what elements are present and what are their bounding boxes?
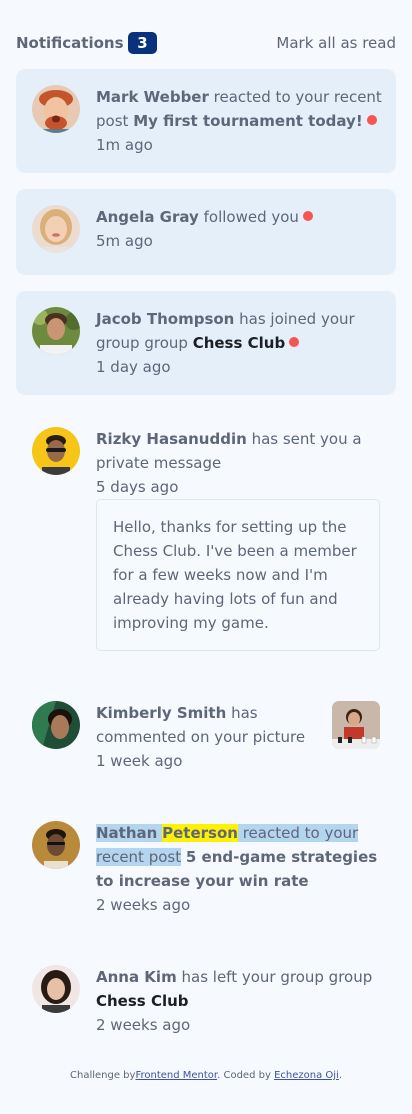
header: Notifications 3 Mark all as read: [16, 32, 396, 54]
unread-dot: [366, 115, 377, 125]
footer-middle: . Coded by: [217, 1070, 275, 1081]
timestamp: 5 days ago: [96, 478, 179, 496]
notification-text: Angela Gray followed you 5m ago: [96, 205, 384, 253]
footer-suffix: .: [338, 1070, 342, 1081]
user-name[interactable]: Mark Webber: [96, 88, 209, 106]
timestamp: 1 week ago: [96, 752, 183, 770]
post-link[interactable]: My first tournament today!: [133, 112, 362, 130]
notification-item[interactable]: Angela Gray followed you 5m ago: [16, 189, 396, 275]
notification-text: Anna Kim has left your group group Chess…: [96, 965, 384, 1037]
notification-text: Nathan Peterson reacted to your recent p…: [96, 821, 384, 917]
notification-text: Rizky Hasanuddin has sent you a private …: [96, 427, 384, 499]
avatar: [32, 85, 80, 133]
frontend-mentor-link[interactable]: Frontend Mentor: [135, 1070, 217, 1081]
mark-all-read-button[interactable]: Mark all as read: [276, 34, 396, 52]
author-link[interactable]: Echezona Oji: [274, 1070, 339, 1081]
user-last-name[interactable]: Peterson: [162, 824, 238, 842]
group-link[interactable]: Chess Club: [193, 334, 286, 352]
user-name[interactable]: Angela Gray: [96, 208, 199, 226]
notification-item[interactable]: Mark Webber reacted to your recent post …: [16, 69, 396, 173]
notifications-page: Notifications 3 Mark all as read Mark We…: [0, 0, 412, 1114]
timestamp: 2 weeks ago: [96, 896, 191, 914]
timestamp: 1m ago: [96, 136, 153, 154]
user-name[interactable]: Kimberly Smith: [96, 704, 226, 722]
user-name[interactable]: Jacob Thompson: [96, 310, 234, 328]
private-message[interactable]: Hello, thanks for setting up the Chess C…: [96, 499, 380, 651]
avatar: [32, 307, 80, 355]
notification-item[interactable]: Kimberly Smith has commented on your pic…: [16, 685, 396, 789]
avatar: [32, 701, 80, 749]
group-link[interactable]: Chess Club: [96, 992, 189, 1010]
unread-dot: [289, 337, 300, 347]
user-name[interactable]: Anna Kim: [96, 968, 177, 986]
attribution-footer: Challenge byFrontend Mentor. Coded by Ec…: [0, 1070, 412, 1081]
page-title: Notifications: [16, 34, 124, 52]
unread-count-badge: 3: [128, 32, 157, 54]
user-first-name[interactable]: Nathan: [96, 824, 158, 842]
notification-item[interactable]: Rizky Hasanuddin has sent you a private …: [16, 411, 396, 677]
user-name[interactable]: Rizky Hasanuddin: [96, 430, 247, 448]
timestamp: 5m ago: [96, 232, 153, 250]
commented-picture-thumbnail[interactable]: [332, 701, 380, 749]
notification-item[interactable]: Nathan Peterson reacted to your recent p…: [16, 805, 396, 933]
notification-text: Mark Webber reacted to your recent post …: [96, 85, 384, 157]
action-text: followed you: [203, 208, 299, 226]
avatar: [32, 205, 80, 253]
notification-item[interactable]: Jacob Thompson has joined your group gro…: [16, 291, 396, 395]
avatar: [32, 821, 80, 869]
avatar: [32, 965, 80, 1013]
avatar: [32, 427, 80, 475]
notification-item[interactable]: Anna Kim has left your group group Chess…: [16, 949, 396, 1053]
notification-text: Jacob Thompson has joined your group gro…: [96, 307, 384, 379]
unread-dot: [302, 211, 313, 221]
action-text: has left your group group: [181, 968, 373, 986]
timestamp: 1 day ago: [96, 358, 171, 376]
notification-text: Kimberly Smith has commented on your pic…: [96, 701, 316, 773]
timestamp: 2 weeks ago: [96, 1016, 191, 1034]
footer-prefix: Challenge by: [70, 1070, 136, 1081]
